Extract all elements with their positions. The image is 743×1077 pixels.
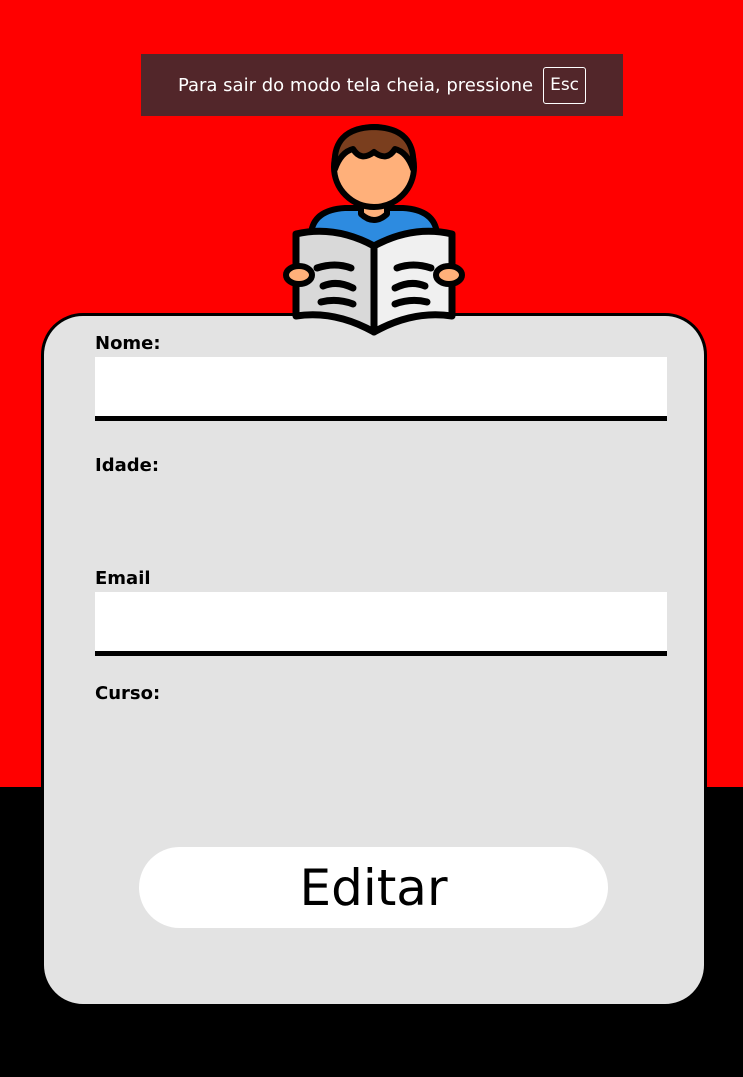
- email-input[interactable]: [95, 592, 667, 656]
- editar-button[interactable]: Editar: [139, 847, 608, 928]
- nome-input[interactable]: [95, 357, 667, 421]
- nome-label: Nome:: [95, 333, 161, 354]
- idade-label: Idade:: [95, 455, 160, 476]
- email-label: Email: [95, 568, 151, 589]
- curso-label: Curso:: [95, 683, 161, 704]
- person-reading-newspaper-icon: [283, 124, 465, 336]
- fullscreen-notice-text: Para sair do modo tela cheia, pressione: [177, 74, 534, 96]
- fullscreen-exit-notice: Para sair do modo tela cheia, pressione …: [141, 54, 623, 116]
- esc-key-hint: Esc: [543, 66, 587, 104]
